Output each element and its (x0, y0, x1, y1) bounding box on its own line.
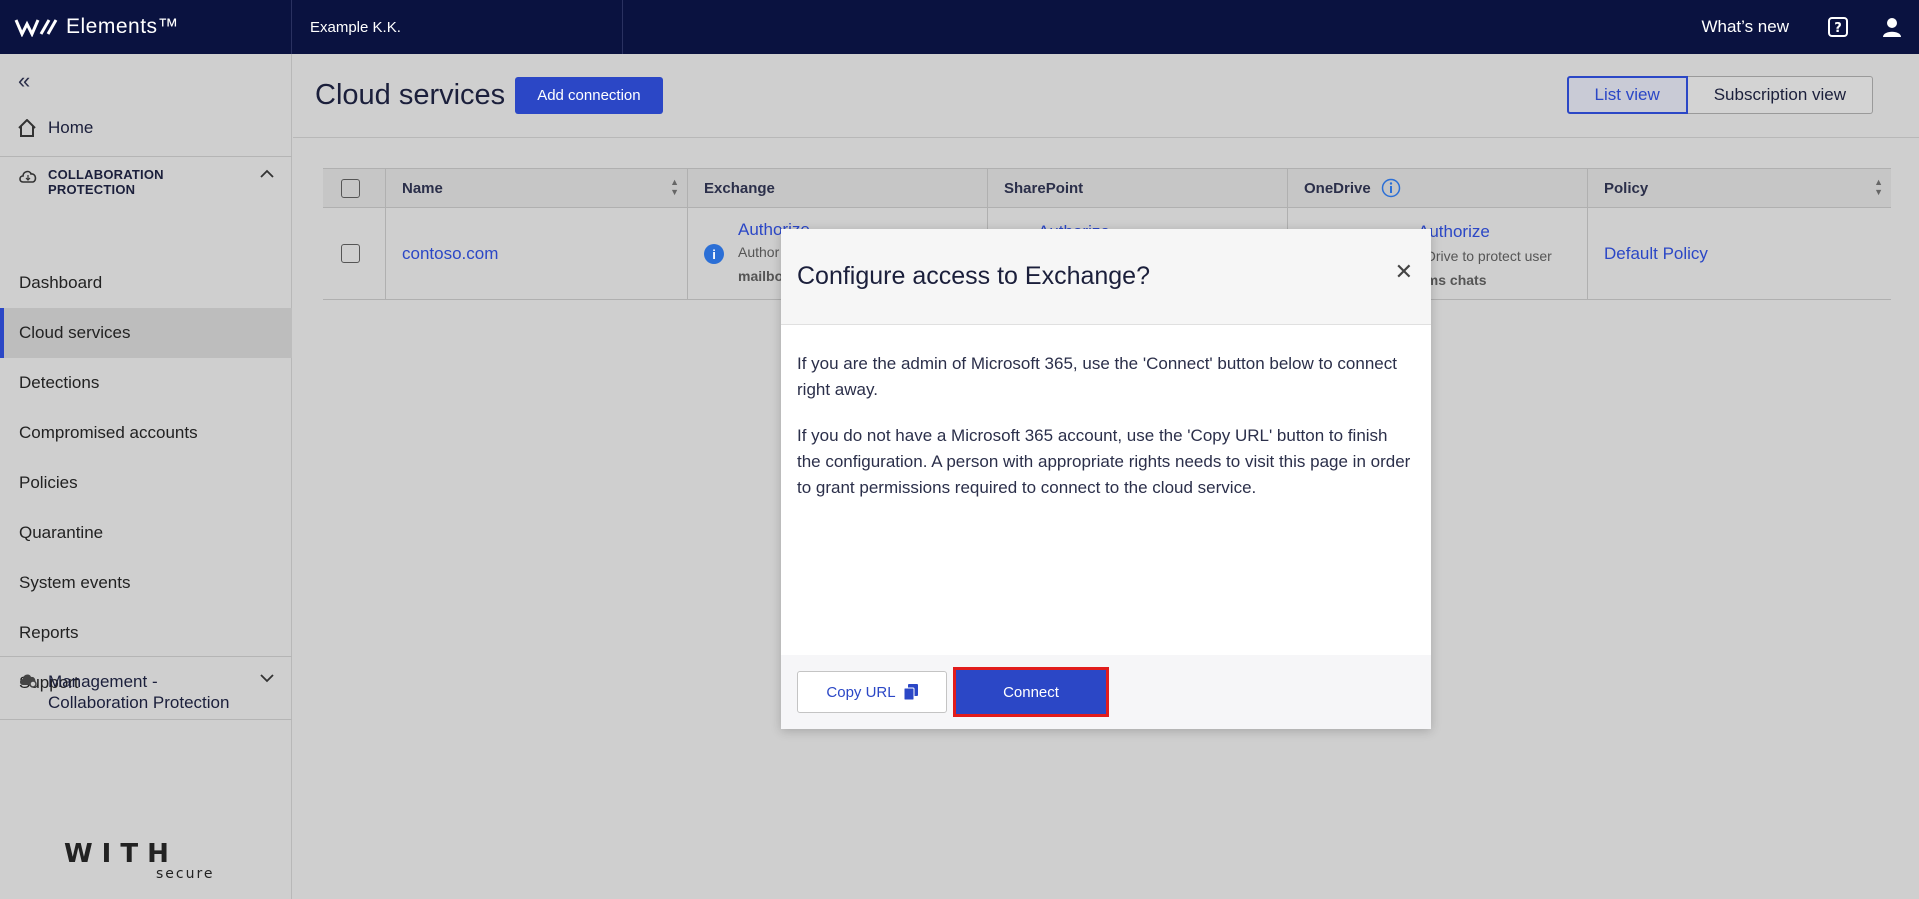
help-icon[interactable]: ? (1811, 0, 1865, 54)
svg-text:?: ? (1834, 21, 1842, 36)
view-toggle: List view Subscription view (1566, 76, 1873, 114)
group-label-line1: COLLABORATION (48, 167, 164, 182)
withsecure-logo: WITH secure (64, 840, 215, 880)
sort-icon[interactable]: ▲ ▼ (1874, 177, 1883, 197)
logo-with-text: WITH (64, 840, 178, 869)
copy-icon (903, 684, 918, 700)
column-policy[interactable]: Policy ▲ ▼ (1588, 169, 1891, 207)
add-connection-button[interactable]: Add connection (515, 77, 663, 114)
column-name[interactable]: Name ▲ ▼ (386, 169, 688, 207)
column-sharepoint: SharePoint (988, 169, 1288, 207)
mgmt-label-line1: Management - (48, 672, 158, 691)
copy-url-label: Copy URL (826, 683, 896, 701)
sidebar-item-cloud-services[interactable]: Cloud services (0, 308, 292, 358)
copy-url-button[interactable]: Copy URL (797, 671, 947, 713)
dialog-paragraph: If you do not have a Microsoft 365 accou… (797, 426, 1411, 497)
whats-new-link[interactable]: What’s new (1679, 17, 1811, 37)
dialog-header: Configure access to Exchange? (781, 229, 1431, 325)
connect-button[interactable]: Connect (956, 670, 1106, 714)
cloud-shield-icon (19, 170, 37, 183)
chevron-down-icon[interactable] (260, 673, 274, 683)
sidebar-item-policies[interactable]: Policies (0, 458, 292, 508)
chevron-up-icon[interactable] (260, 169, 274, 179)
sidebar-item-detections[interactable]: Detections (0, 358, 292, 408)
cloud-gear-icon (20, 674, 37, 688)
group-label-line2: PROTECTION (48, 182, 136, 197)
sidebar-item-quarantine[interactable]: Quarantine (0, 508, 292, 558)
mgmt-label-line2: Collaboration Protection (48, 693, 230, 712)
select-all-checkbox[interactable] (341, 178, 360, 198)
close-icon[interactable]: ✕ (1395, 259, 1413, 285)
sidebar-item-dashboard[interactable]: Dashboard (0, 258, 292, 308)
dialog-paragraph: If you are the admin of Microsoft 365, u… (797, 354, 1397, 399)
page-title: Cloud services (315, 79, 506, 111)
onedrive-status-text: ams chats (1418, 272, 1487, 288)
organization-name[interactable]: Example K.K. (292, 0, 623, 54)
sidebar-item-reports[interactable]: Reports (0, 608, 292, 658)
column-label: Name (402, 179, 443, 197)
brand[interactable]: Elements™ (0, 0, 292, 54)
info-icon: i (704, 244, 724, 264)
sort-icon[interactable]: ▲ ▼ (670, 177, 679, 197)
sidebar-item-home[interactable]: Home (18, 118, 93, 138)
collapse-sidebar-icon[interactable]: « (18, 68, 30, 94)
onedrive-authorize-link[interactable]: Authorize (1418, 220, 1587, 244)
sidebar-group-management[interactable]: Management - Collaboration Protection (0, 656, 292, 720)
table-header: Name ▲ ▼ Exchange SharePoint OneDrive Pol… (323, 168, 1891, 208)
configure-exchange-dialog: Configure access to Exchange? ✕ If you a… (781, 229, 1431, 729)
column-label: OneDrive (1304, 179, 1371, 197)
list-view-button[interactable]: List view (1566, 76, 1688, 114)
sidebar-group-collaboration-protection[interactable]: COLLABORATION PROTECTION (0, 156, 292, 205)
subscription-view-button[interactable]: Subscription view (1687, 76, 1873, 114)
column-exchange: Exchange (688, 169, 988, 207)
domain-link[interactable]: contoso.com (402, 244, 498, 264)
connect-highlight: Connect (953, 667, 1109, 717)
sidebar-item-system-events[interactable]: System events (0, 558, 292, 608)
row-checkbox[interactable] (341, 244, 360, 263)
withsecure-mark-icon (14, 19, 58, 37)
column-label: Policy (1604, 179, 1649, 197)
onedrive-status-text: eDrive to protect user (1418, 248, 1552, 264)
dialog-title: Configure access to Exchange? (797, 262, 1150, 290)
info-icon[interactable] (1381, 178, 1401, 198)
policy-link[interactable]: Default Policy (1604, 244, 1708, 264)
user-account-icon[interactable] (1865, 0, 1919, 54)
home-icon (18, 119, 36, 137)
dialog-body: If you are the admin of Microsoft 365, u… (781, 325, 1431, 501)
column-onedrive: OneDrive (1288, 169, 1588, 207)
dialog-footer: Copy URL Connect (781, 655, 1431, 729)
sidebar: « Home COLLABORATION PROTECTION Dashboar… (0, 54, 292, 899)
logo-secure-text: secure (156, 866, 215, 880)
top-bar: Elements™ Example K.K. What’s new ? (0, 0, 1919, 54)
sidebar-item-compromised-accounts[interactable]: Compromised accounts (0, 408, 292, 458)
brand-name: Elements™ (66, 15, 180, 38)
sidebar-item-label: Home (48, 118, 94, 137)
sidebar-nav: Dashboard Cloud services Detections Comp… (0, 258, 292, 708)
